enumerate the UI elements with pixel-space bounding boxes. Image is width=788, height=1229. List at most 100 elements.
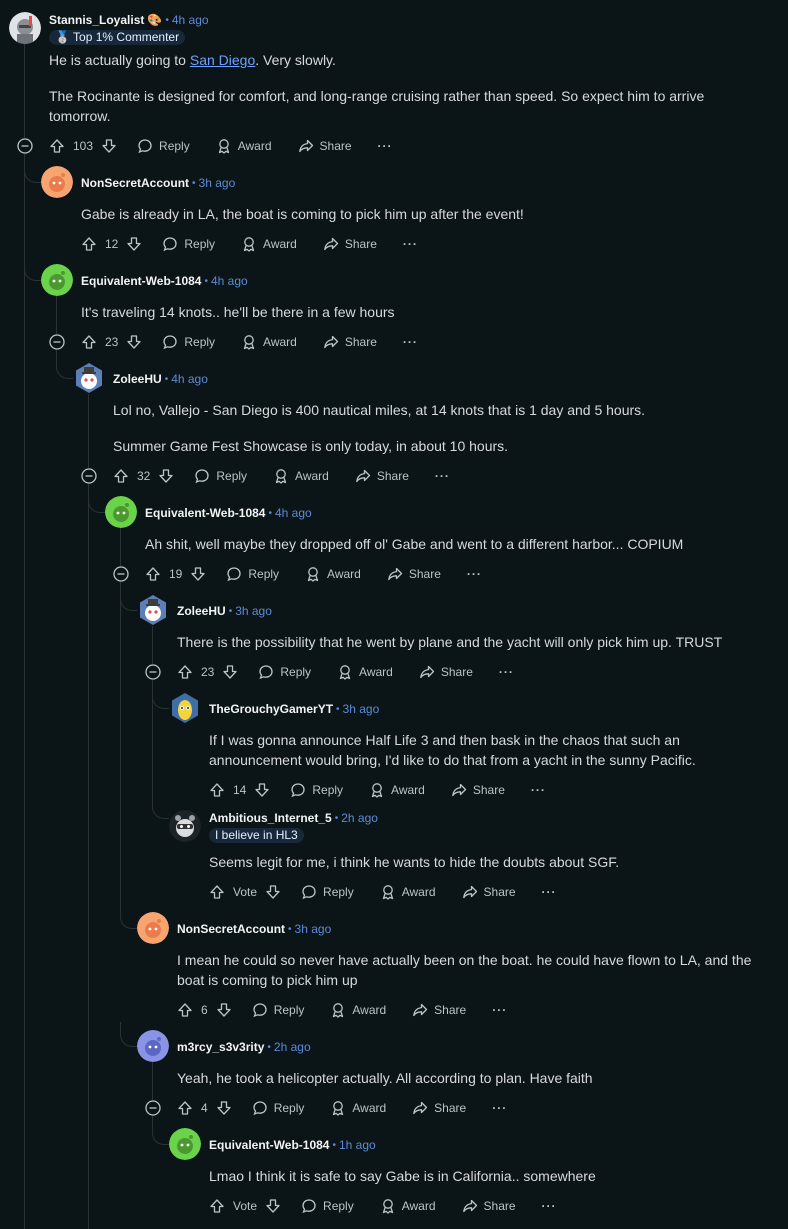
award-button[interactable]: Award: [369, 782, 425, 798]
share-button[interactable]: Share: [298, 138, 352, 154]
reply-button[interactable]: Reply: [301, 1198, 354, 1214]
upvote-icon[interactable]: [177, 664, 193, 680]
share-button[interactable]: Share: [387, 566, 441, 582]
share-button[interactable]: Share: [462, 884, 516, 900]
reply-button[interactable]: Reply: [252, 1002, 304, 1018]
award-button[interactable]: Award: [273, 468, 329, 484]
downvote-icon[interactable]: [158, 468, 174, 484]
award-button[interactable]: Award: [330, 1100, 386, 1116]
avatar-icon[interactable]: [169, 810, 201, 842]
more-options-button[interactable]: ···: [531, 783, 546, 797]
avatar-icon[interactable]: [73, 362, 105, 394]
username[interactable]: NonSecretAccount: [177, 922, 285, 936]
more-options-button[interactable]: ···: [403, 237, 418, 251]
downvote-icon[interactable]: [222, 664, 238, 680]
collapse-icon[interactable]: [113, 566, 129, 582]
downvote-icon[interactable]: [216, 1002, 232, 1018]
more-options-button[interactable]: ···: [467, 567, 482, 581]
username[interactable]: NonSecretAccount: [81, 176, 189, 190]
more-options-button[interactable]: ···: [435, 469, 450, 483]
avatar-icon[interactable]: [169, 692, 201, 724]
avatar-icon[interactable]: [137, 912, 169, 944]
username[interactable]: ZoleeHU: [113, 372, 162, 386]
timestamp[interactable]: 3h ago: [295, 922, 332, 936]
more-options-button[interactable]: ···: [378, 139, 393, 153]
reply-button[interactable]: Reply: [290, 782, 343, 798]
link[interactable]: San Diego: [190, 52, 255, 68]
timestamp[interactable]: 3h ago: [235, 604, 272, 618]
reply-button[interactable]: Reply: [162, 334, 215, 350]
username[interactable]: Equivalent-Web-1084: [145, 506, 265, 520]
upvote-icon[interactable]: [209, 1198, 225, 1214]
collapse-icon[interactable]: [145, 664, 161, 680]
thread-line[interactable]: [24, 44, 25, 138]
username[interactable]: Stannis_Loyalist: [49, 13, 144, 27]
reply-button[interactable]: Reply: [301, 884, 354, 900]
share-button[interactable]: Share: [419, 664, 473, 680]
timestamp[interactable]: 4h ago: [275, 506, 312, 520]
timestamp[interactable]: 2h ago: [274, 1040, 311, 1054]
award-button[interactable]: Award: [216, 138, 272, 154]
award-button[interactable]: Award: [380, 884, 436, 900]
more-options-button[interactable]: ···: [542, 885, 557, 899]
avatar-icon[interactable]: [9, 12, 41, 44]
more-options-button[interactable]: ···: [492, 1101, 507, 1115]
thread-line[interactable]: [56, 296, 57, 334]
thread-line[interactable]: [120, 582, 121, 916]
avatar-icon[interactable]: [137, 1030, 169, 1062]
more-options-button[interactable]: ···: [499, 665, 514, 679]
timestamp[interactable]: 3h ago: [199, 176, 236, 190]
share-button[interactable]: Share: [451, 782, 505, 798]
timestamp[interactable]: 2h ago: [341, 811, 378, 825]
timestamp[interactable]: 3h ago: [343, 702, 380, 716]
share-button[interactable]: Share: [323, 236, 377, 252]
avatar-icon[interactable]: [169, 1128, 201, 1160]
reply-button[interactable]: Reply: [162, 236, 215, 252]
thread-line[interactable]: [88, 484, 89, 1229]
thread-line[interactable]: [120, 528, 121, 566]
upvote-icon[interactable]: [113, 468, 129, 484]
share-button[interactable]: Share: [355, 468, 409, 484]
more-options-button[interactable]: ···: [542, 1199, 557, 1213]
reply-button[interactable]: Reply: [258, 664, 311, 680]
username[interactable]: Equivalent-Web-1084: [81, 274, 201, 288]
collapse-icon[interactable]: [49, 334, 65, 350]
username[interactable]: m3rcy_s3v3rity: [177, 1040, 264, 1054]
upvote-icon[interactable]: [209, 884, 225, 900]
timestamp[interactable]: 4h ago: [171, 372, 208, 386]
username[interactable]: Equivalent-Web-1084: [209, 1138, 329, 1152]
share-button[interactable]: Share: [412, 1002, 466, 1018]
timestamp[interactable]: 4h ago: [211, 274, 248, 288]
reply-button[interactable]: Reply: [137, 138, 190, 154]
more-options-button[interactable]: ···: [492, 1003, 507, 1017]
thread-line[interactable]: [24, 154, 25, 1229]
avatar-icon[interactable]: [41, 264, 73, 296]
award-button[interactable]: Award: [330, 1002, 386, 1018]
username[interactable]: TheGrouchyGamerYT: [209, 702, 333, 716]
collapse-icon[interactable]: [17, 138, 33, 154]
downvote-icon[interactable]: [126, 334, 142, 350]
award-button[interactable]: Award: [380, 1198, 436, 1214]
upvote-icon[interactable]: [209, 782, 225, 798]
username[interactable]: ZoleeHU: [177, 604, 226, 618]
avatar-icon[interactable]: [105, 496, 137, 528]
thread-line[interactable]: [88, 394, 89, 468]
award-button[interactable]: Award: [241, 236, 297, 252]
upvote-icon[interactable]: [81, 236, 97, 252]
downvote-icon[interactable]: [265, 884, 281, 900]
reply-button[interactable]: Reply: [226, 566, 279, 582]
timestamp[interactable]: 4h ago: [172, 13, 209, 27]
award-button[interactable]: Award: [305, 566, 361, 582]
downvote-icon[interactable]: [126, 236, 142, 252]
downvote-icon[interactable]: [216, 1100, 232, 1116]
avatar-icon[interactable]: [137, 594, 169, 626]
upvote-icon[interactable]: [145, 566, 161, 582]
reply-button[interactable]: Reply: [252, 1100, 304, 1116]
more-options-button[interactable]: ···: [403, 335, 418, 349]
upvote-icon[interactable]: [49, 138, 65, 154]
thread-line[interactable]: [152, 626, 153, 664]
collapse-icon[interactable]: [145, 1100, 161, 1116]
reply-button[interactable]: Reply: [194, 468, 247, 484]
award-button[interactable]: Award: [337, 664, 393, 680]
share-button[interactable]: Share: [323, 334, 377, 350]
